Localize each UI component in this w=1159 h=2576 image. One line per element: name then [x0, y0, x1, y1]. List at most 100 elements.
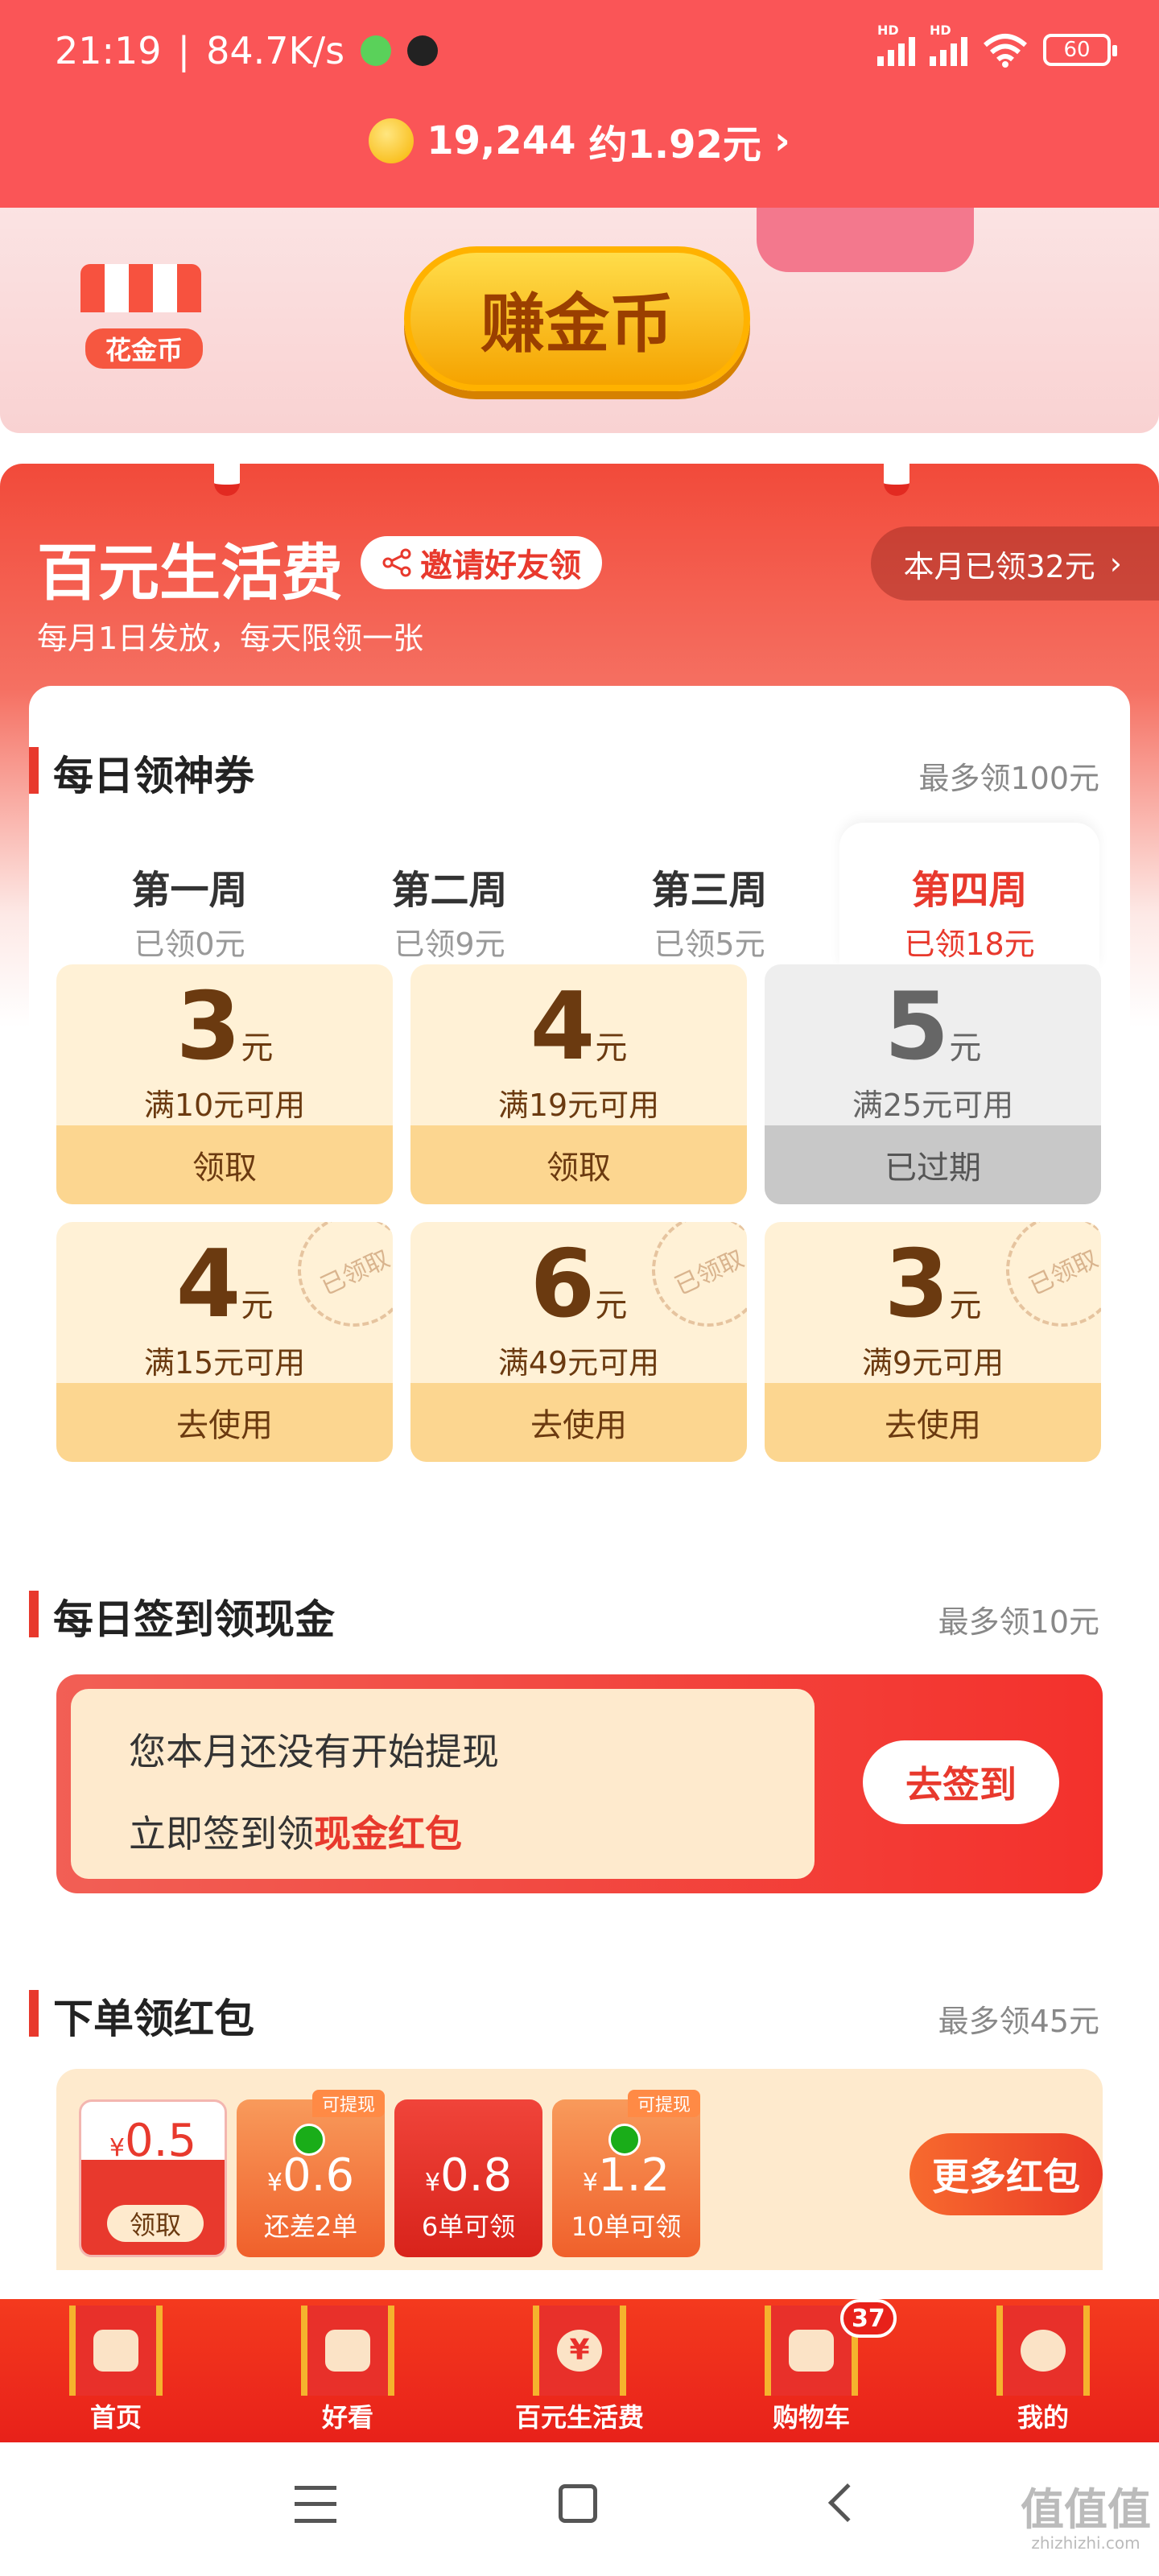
coupon-condition: 满9元可用 [861, 1345, 1004, 1381]
redpacket[interactable]: 可提现 ¥0.6 还差2单 [237, 2090, 385, 2257]
signal-icon: HD [877, 23, 915, 66]
section-max: 最多领45元 [938, 2004, 1099, 2039]
redpacket-value: ¥0.6 [266, 2149, 355, 2202]
tab-week-1[interactable]: 第一周 已领0元 [60, 823, 320, 968]
pin-icon [884, 448, 909, 496]
tab-label: 首页 [89, 2402, 142, 2433]
checkin-message: 您本月还没有开始提现 立即签到领现金红包 [71, 1689, 815, 1879]
share-icon [382, 548, 411, 577]
week-name: 第三周 [651, 868, 768, 913]
coupon[interactable]: 已领取 3元 满9元可用 去使用 [765, 1222, 1101, 1462]
coin-count: 19,244 [427, 118, 576, 163]
tab-week-2[interactable]: 第二周 已领9元 [320, 823, 580, 968]
hero-subtitle: 每月1日发放，每天限领一张 [37, 621, 424, 656]
chevron-right-icon: › [773, 118, 790, 163]
invite-friends-button[interactable]: 邀请好友领 [361, 536, 602, 589]
expired-label: 已过期 [765, 1125, 1101, 1204]
coupon-amount: 4元 [530, 972, 628, 1081]
network-speed: 84.7K/s [206, 29, 345, 72]
coupon-condition: 满19元可用 [497, 1088, 660, 1123]
basket-icon [757, 208, 974, 272]
week-claimed: 已领18元 [904, 927, 1035, 962]
coupon[interactable]: 4元 满19元可用 领取 [410, 964, 747, 1204]
redpacket-condition: 6单可领 [421, 2211, 516, 2242]
shop-icon [80, 264, 201, 312]
home-square-icon[interactable] [559, 2484, 597, 2523]
section-accent [29, 1990, 39, 2037]
tab-week-4[interactable]: 第四周已领18元 [839, 823, 1099, 968]
profile-icon [996, 2306, 1090, 2396]
use-button[interactable]: 去使用 [765, 1383, 1101, 1462]
coupon-expired: 5元 满25元可用 已过期 [765, 964, 1101, 1204]
battery-icon: 60 [1043, 34, 1117, 66]
redpacket-value: ¥1.2 [582, 2149, 670, 2202]
claim-button[interactable]: 领取 [410, 1125, 747, 1204]
checkin-line-1: 您本月还没有开始提现 [129, 1730, 499, 1773]
daily-coupon-card: 每日领神券 最多领100元 第一周 已领0元 第二周 已领9元 第三周已领5元 第四… [29, 686, 1130, 1523]
spend-coins-label: 花金币 [85, 328, 203, 369]
back-icon[interactable] [827, 2483, 868, 2523]
check-in-button[interactable]: 去签到 [863, 1740, 1059, 1824]
spend-coins-entry[interactable]: 花金币 [80, 264, 209, 369]
coin-approx: 约1.92元 [588, 122, 761, 167]
tab-video[interactable]: 好看 [232, 2299, 464, 2442]
status-right: HD HD 60 [877, 23, 1117, 68]
redpacket-value: ¥0.8 [424, 2149, 513, 2202]
wechat-pay-icon [608, 2124, 641, 2156]
use-button[interactable]: 去使用 [56, 1383, 393, 1462]
section-max: 最多领100元 [918, 761, 1099, 796]
section-title: 每日领神券 [53, 753, 254, 799]
claim-button[interactable]: 领取 [56, 1125, 393, 1204]
month-claimed-button[interactable]: 本月已领32元 › [871, 526, 1159, 601]
redpacket-condition: 10单可领 [571, 2211, 682, 2242]
tab-profile[interactable]: 我的 [927, 2299, 1159, 2442]
week-name: 第四周 [911, 868, 1028, 913]
tab-home[interactable]: 首页 [0, 2299, 232, 2442]
coupon-amount: 6元 [530, 1230, 628, 1339]
home-icon [69, 2306, 163, 2396]
battery-level: 60 [1063, 38, 1091, 62]
coupon-amount: 4元 [175, 1230, 274, 1339]
withdrawable-tag: 可提现 [627, 2090, 700, 2117]
status-bar: 21:19 | 84.7K/s HD HD 60 [0, 0, 1159, 105]
pin-icon [214, 448, 240, 496]
tab-cart[interactable]: 37 购物车 [695, 2299, 927, 2442]
menu-icon[interactable] [295, 2486, 336, 2523]
header-area: 21:19 | 84.7K/s HD HD 60 19,244 约1.92元 › [0, 0, 1159, 208]
section-accent [29, 747, 39, 794]
system-nav-bar: 值值值 zhizhizhi.com [0, 2442, 1159, 2576]
tab-living-allowance[interactable]: ¥ 百元生活费 [464, 2299, 695, 2442]
page-title: 百元生活费 [37, 537, 343, 609]
earn-coins-button[interactable]: 赚金币 [404, 246, 750, 391]
more-redpackets-button[interactable]: 更多红包 [909, 2133, 1103, 2215]
section-title: 下单领红包 [53, 1996, 254, 2042]
clock: 21:19 [55, 29, 162, 72]
redpacket[interactable]: 可提现 ¥1.2 10单可领 [552, 2090, 700, 2257]
divider: | [177, 29, 191, 72]
cart-count-badge: 37 [840, 2299, 897, 2338]
section-header: 每日领神券 最多领100元 [29, 736, 1130, 800]
claim-redpacket-button[interactable]: 领取 [107, 2205, 204, 2242]
section-header: 下单领红包 最多领45元 [29, 1979, 1130, 2043]
wifi-icon [984, 34, 1027, 68]
tab-label: 我的 [1017, 2402, 1069, 2433]
coupon[interactable]: 已领取 6元 满49元可用 去使用 [410, 1222, 747, 1462]
redpacket-value: ¥0.5 [109, 2115, 197, 2167]
coin-banner: 花金币 赚金币 [0, 208, 1159, 433]
tab-label: 购物车 [772, 2402, 850, 2433]
use-button[interactable]: 去使用 [410, 1383, 747, 1462]
tab-label: 百元生活费 [514, 2402, 644, 2433]
coin-balance[interactable]: 19,244 约1.92元 › [0, 113, 1159, 169]
coupon[interactable]: 已领取 4元 满15元可用 去使用 [56, 1222, 393, 1462]
bottom-tab-bar: 首页 好看 ¥ 百元生活费 37 购物车 我的 [0, 2299, 1159, 2442]
week-claimed: 已领0元 [134, 927, 245, 962]
coupon-amount: 5元 [884, 972, 982, 1081]
week-claimed: 已领9元 [394, 927, 505, 962]
coupon-amount: 3元 [175, 972, 274, 1081]
redpacket[interactable]: ¥0.8 6单可领 [394, 2099, 542, 2257]
week-claimed: 已领5元 [654, 927, 765, 962]
coupon[interactable]: 3元 满10元可用 领取 [56, 964, 393, 1204]
redpacket[interactable]: ¥0.5 领取 [79, 2099, 227, 2257]
tab-week-3[interactable]: 第三周已领5元 [580, 823, 839, 968]
order-redpacket-card: 下单领红包 最多领45元 ¥0.5 领取 可提现 ¥0.6 还差2单 ¥0.8 … [29, 1946, 1130, 2270]
